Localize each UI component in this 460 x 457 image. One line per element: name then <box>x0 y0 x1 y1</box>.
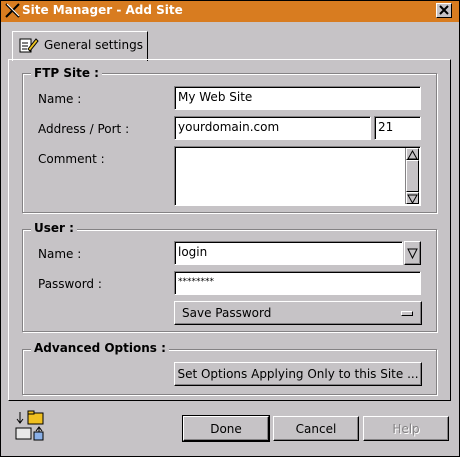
save-password-toggle[interactable]: Save Password <box>174 301 422 325</box>
comment-textarea[interactable] <box>174 146 421 206</box>
address-label: Address / Port : <box>38 122 130 136</box>
dropdown-arrow-icon <box>407 248 418 260</box>
login-name-combobox[interactable]: login <box>174 241 403 265</box>
tab-label: General settings <box>44 38 143 52</box>
transfer-folder-icon[interactable] <box>14 410 46 442</box>
toggle-indicator-icon <box>401 311 413 316</box>
comment-label: Comment : <box>38 152 105 166</box>
user-legend: User : <box>31 221 77 235</box>
edit-settings-icon <box>19 38 39 53</box>
set-site-options-button[interactable]: Set Options Applying Only to this Site .… <box>174 362 422 386</box>
site-name-field[interactable]: My Web Site <box>174 86 421 110</box>
help-button: Help <box>363 416 449 441</box>
login-name-label: Name : <box>38 247 82 261</box>
scroll-thumb[interactable] <box>406 160 419 192</box>
scroll-up-icon <box>407 149 418 160</box>
scroll-down-button[interactable] <box>406 192 419 205</box>
scroll-down-icon <box>407 194 418 205</box>
password-field[interactable]: ******** <box>174 271 421 295</box>
password-label: Password : <box>38 277 102 291</box>
save-password-label: Save Password <box>182 306 272 320</box>
site-name-label: Name : <box>38 92 82 106</box>
close-icon <box>439 5 449 15</box>
scroll-up-button[interactable] <box>406 148 419 160</box>
login-dropdown-button[interactable] <box>404 241 421 265</box>
ftp-site-legend: FTP Site : <box>31 66 102 80</box>
address-field[interactable]: yourdomain.com <box>174 116 371 140</box>
port-field[interactable]: 21 <box>374 116 421 140</box>
close-button[interactable] <box>436 3 452 18</box>
x-logo-icon <box>5 3 20 18</box>
window-title: Site Manager - Add Site <box>22 3 183 17</box>
done-button[interactable]: Done <box>182 415 270 442</box>
cancel-button[interactable]: Cancel <box>273 416 359 441</box>
advanced-options-legend: Advanced Options : <box>31 341 169 355</box>
